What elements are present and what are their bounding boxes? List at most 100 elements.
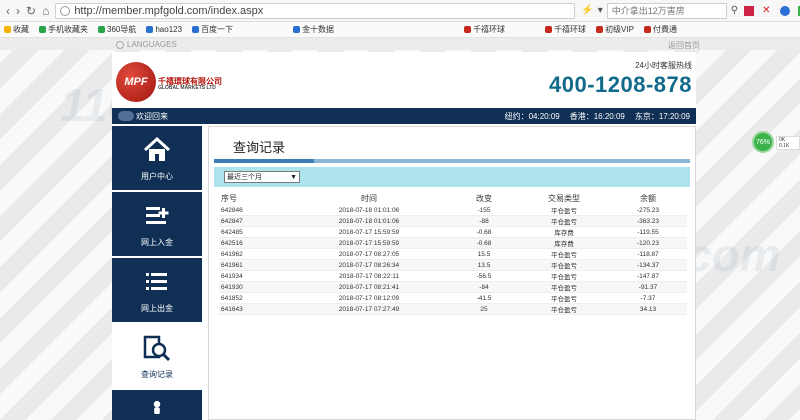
cell-balance: -91.37 [609, 281, 687, 293]
cell-id: 641930 [219, 281, 289, 293]
cell-id: 642516 [219, 237, 289, 249]
speed-badge[interactable]: 76% [752, 131, 774, 153]
cell-id: 642846 [219, 205, 289, 216]
close-icon[interactable]: ✕ [762, 5, 772, 16]
welcome-text: 欢迎回来 [136, 111, 168, 121]
cell-time: 2018-07-17 08:12:09 [289, 292, 449, 304]
cell-time: 2018-07-17 08:26:34 [289, 259, 449, 271]
world-clocks: 纽约：04:20:09 香港：16:20:09 东京：17:20:09 [505, 111, 690, 122]
bookmark-item[interactable]: 千禧环球 [545, 24, 586, 35]
sidebar-item-label: 网上入金 [141, 238, 173, 247]
clock-tokyo: 东京：17:20:09 [634, 111, 690, 121]
chevron-down-icon[interactable]: ▾ [598, 5, 603, 16]
cell-balance: -275.23 [609, 205, 687, 216]
bookmark-item[interactable]: 金十数据 [293, 24, 334, 35]
cell-change: -0.68 [449, 237, 519, 249]
home-icon [143, 136, 171, 161]
page-title: 查询记录 [233, 140, 286, 155]
sidebar: 用户中心 网上入金 网上出金 查询记录 [112, 126, 202, 420]
language-label: LANGUAGES [127, 40, 177, 49]
cell-time: 2018-07-18 01:01:06 [289, 215, 449, 227]
cell-time: 2018-07-17 07:27:49 [289, 303, 449, 315]
clock-bar: 欢迎回来 纽约：04:20:09 香港：16:20:09 东京：17:20:09 [112, 108, 696, 124]
period-select[interactable]: 最近三个月 ▼ [224, 171, 300, 183]
speed-panel: 0K 0.1K [776, 136, 800, 150]
bookmark-item[interactable]: 千禧环球 [464, 24, 505, 35]
cell-type: 平仓盈亏 [519, 281, 609, 293]
table-row: 641643 2018-07-17 07:27:49 25 平仓盈亏 34.13 [219, 303, 687, 315]
page: LANGUAGES 返回首页 110.com 110.com 110.com 1… [0, 38, 800, 420]
table-row: 642516 2018-07-17 15:59:59 -0.68 库存费 -12… [219, 237, 687, 249]
url-text: http://member.mpfgold.com/index.aspx [74, 4, 264, 17]
cell-balance: -134.37 [609, 259, 687, 271]
home-icon[interactable]: ⌂ [42, 4, 49, 18]
cell-id: 641962 [219, 248, 289, 260]
logo-mark[interactable]: MPF [116, 62, 156, 102]
cell-balance: -7.37 [609, 292, 687, 304]
sidebar-item-label: 用户中心 [141, 172, 173, 181]
cell-balance: -119.55 [609, 226, 687, 238]
clock-hongkong: 香港：16:20:09 [569, 111, 625, 121]
language-selector[interactable]: LANGUAGES [116, 40, 177, 49]
table-row: 641934 2018-07-17 08:22:11 -56.5 平仓盈亏 -1… [219, 270, 687, 282]
cell-balance: -118.87 [609, 248, 687, 260]
hotline-number: 400-1208-878 [548, 72, 692, 97]
sidebar-item-withdraw[interactable]: 网上出金 [112, 258, 202, 322]
bookmark-item[interactable]: 百度一下 [192, 24, 233, 35]
table-header: 序号 时间 改变 交易类型 余额 [219, 191, 687, 205]
welcome-message: 欢迎回来 [118, 111, 168, 122]
cell-type: 平仓盈亏 [519, 215, 609, 227]
cell-type: 平仓盈亏 [519, 248, 609, 260]
search-input[interactable] [606, 2, 727, 19]
sidebar-item-label: 查询记录 [141, 370, 173, 379]
lightning-icon[interactable]: ⚡ [581, 5, 593, 16]
cell-time: 2018-07-17 08:22:11 [289, 270, 449, 282]
person-icon[interactable] [780, 5, 791, 16]
cell-type: 平仓盈亏 [519, 205, 609, 216]
search-icon[interactable]: ⚲ [731, 5, 738, 16]
col-time: 时间 [361, 193, 377, 203]
cell-time: 2018-07-17 08:21:41 [289, 281, 449, 293]
cell-change: -0.68 [449, 226, 519, 238]
bookmark-item[interactable]: 付費通 [643, 24, 677, 35]
cell-change: 15.5 [449, 248, 519, 260]
table-row: 641852 2018-07-17 08:12:09 -41.5 平仓盈亏 -7… [219, 292, 687, 304]
bookmark-item[interactable]: 360导航 [98, 24, 136, 35]
bookmark-item[interactable]: 初级VIP [596, 24, 634, 35]
site-header: MPF 千禧環球有限公司 GLOBAL MARKETS LTD 24小时客服热线… [112, 52, 696, 106]
table-row: 642485 2018-07-17 15:59:59 -0.68 库存费 -11… [219, 226, 687, 238]
cell-change: -84 [449, 281, 519, 293]
bookmark-item[interactable]: hao123 [146, 25, 182, 34]
cell-change: -56.5 [449, 270, 519, 282]
sidebar-item-deposit[interactable]: 网上入金 [112, 192, 202, 256]
refresh-icon[interactable]: ↻ [26, 4, 36, 18]
col-id: 序号 [221, 193, 237, 203]
sidebar-item-account[interactable] [112, 390, 202, 420]
globe-icon [116, 40, 124, 49]
filter-row: 最近三个月 ▼ [214, 167, 690, 187]
url-input[interactable]: http://member.mpfgold.com/index.aspx [55, 2, 576, 19]
forward-icon[interactable]: › [16, 4, 20, 18]
bookmark-item[interactable]: 手机收藏夹 [39, 24, 88, 35]
search-records-icon [143, 335, 171, 362]
cell-id: 642847 [219, 215, 289, 227]
username-blur [118, 111, 134, 121]
sidebar-item-label: 网上出金 [141, 304, 173, 313]
cell-type: 平仓盈亏 [519, 292, 609, 304]
grid-icon[interactable] [744, 5, 755, 16]
cell-type: 平仓盈亏 [519, 270, 609, 282]
bookmark-item[interactable]: 收藏 [4, 24, 29, 35]
cell-balance: -120.23 [609, 237, 687, 249]
home-link[interactable]: 返回首页 [668, 40, 700, 51]
sidebar-item-records[interactable]: 查询记录 [112, 324, 202, 388]
cell-id: 641934 [219, 270, 289, 282]
cell-balance: -147.87 [609, 270, 687, 282]
cell-balance: -363.23 [609, 215, 687, 227]
back-icon[interactable]: ‹ [6, 4, 10, 18]
cell-type: 平仓盈亏 [519, 259, 609, 271]
table-row: 642847 2018-07-18 01:01:06 -88 平仓盈亏 -363… [219, 215, 687, 227]
sidebar-item-user-center[interactable]: 用户中心 [112, 126, 202, 190]
browser-address-bar: ‹ › ↻ ⌂ http://member.mpfgold.com/index.… [0, 0, 800, 22]
col-type: 交易类型 [548, 193, 580, 203]
logo-en: GLOBAL MARKETS LTD [158, 85, 216, 91]
